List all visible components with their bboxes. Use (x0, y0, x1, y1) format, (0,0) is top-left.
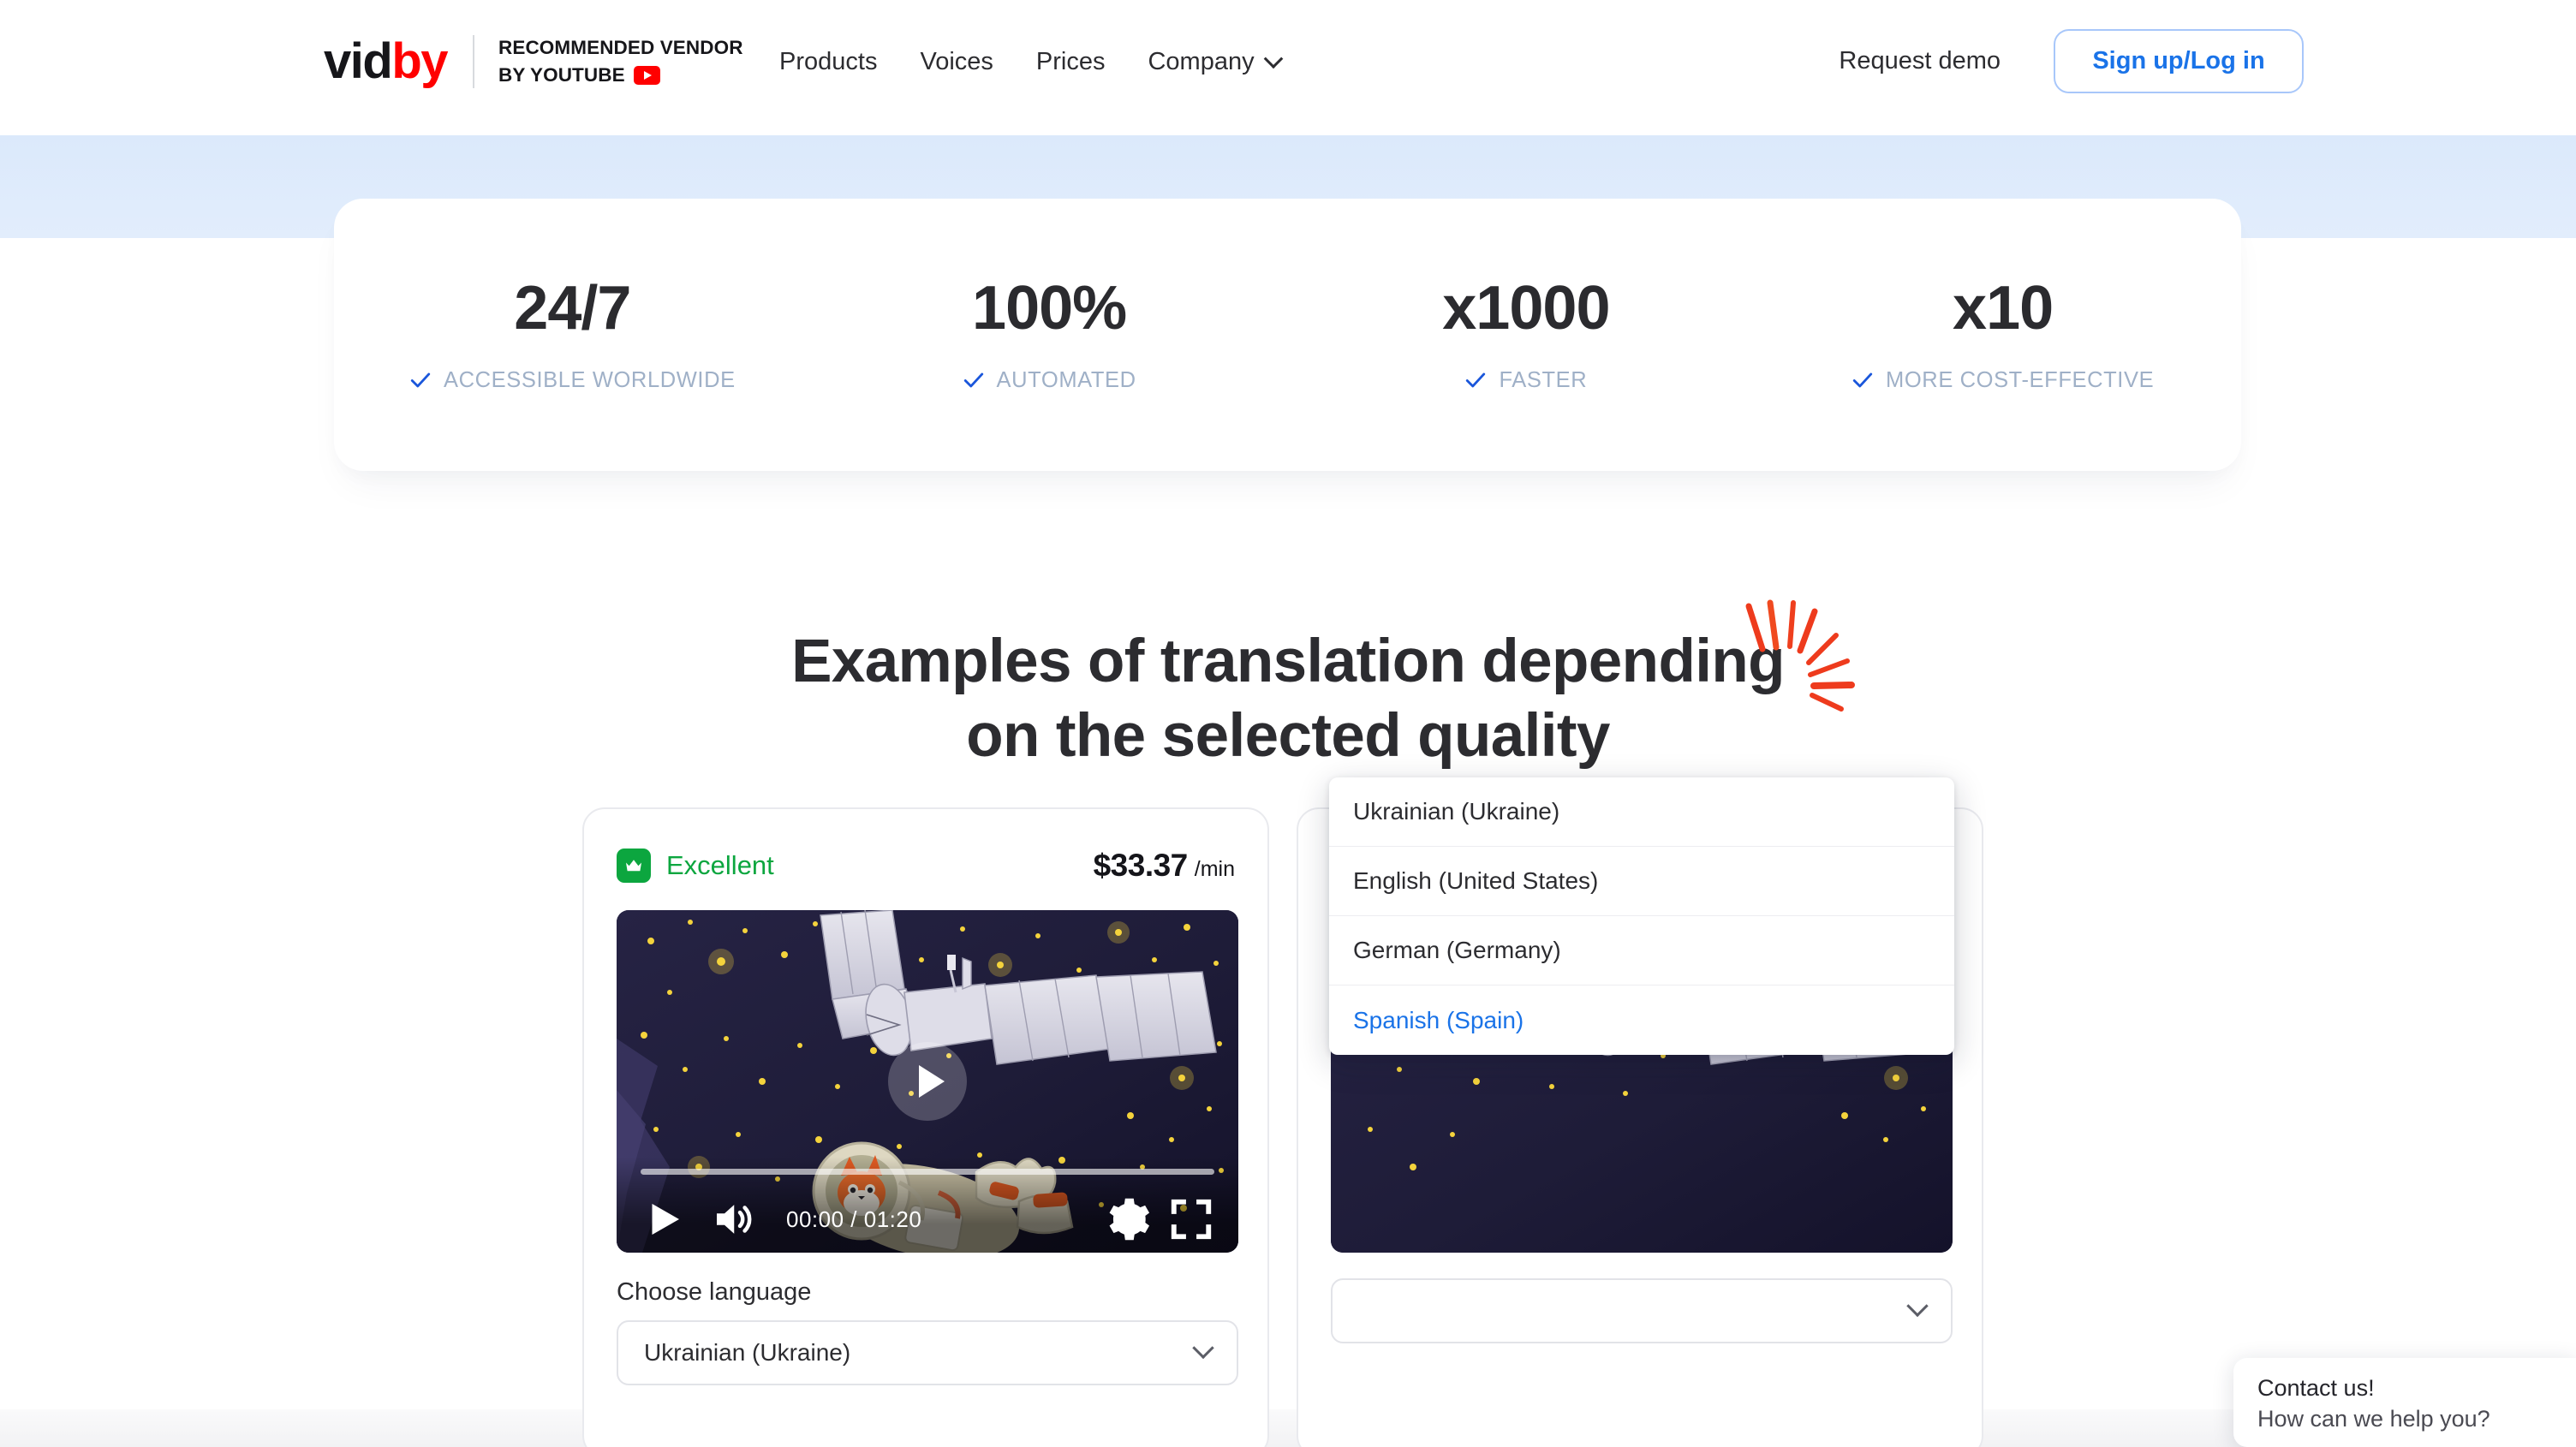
youtube-play-icon (633, 65, 660, 85)
stat-label-row-2: FASTER (1464, 368, 1587, 393)
page-root: vidby RECOMMENDED VENDOR BY YOUTUBE Prod… (0, 0, 2576, 1447)
dropdown-option-0[interactable]: Ukrainian (Ukraine) (1329, 777, 1954, 847)
check-icon (963, 372, 983, 388)
stat-item-1: 100% AUTOMATED (811, 277, 1288, 393)
nav-item-company[interactable]: Company (1126, 48, 1301, 76)
check-icon (1852, 372, 1873, 388)
choose-language-label: Choose language (617, 1278, 812, 1306)
price-unit: /min (1194, 857, 1235, 881)
check-icon (1466, 372, 1486, 388)
headline-line-2: on the selected quality (966, 701, 1610, 770)
nav-label-company: Company (1148, 48, 1255, 75)
play-overlay-button[interactable] (888, 1042, 967, 1121)
card-header: Excellent $33.37 /min (617, 840, 1235, 891)
language-select-excellent[interactable]: Ukrainian (Ukraine) (617, 1320, 1238, 1385)
language-dropdown-anchor: Ukrainian (Ukraine) English (United Stat… (1329, 777, 1954, 1343)
quality-badge-group: Excellent (617, 849, 774, 883)
tagline-line-1: RECOMMENDED VENDOR (498, 37, 743, 58)
gear-icon[interactable] (1105, 1196, 1151, 1242)
brand-block[interactable]: vidby RECOMMENDED VENDOR BY YOUTUBE (324, 34, 743, 89)
language-dropdown-list[interactable]: Ukrainian (Ukraine) English (United Stat… (1329, 777, 1954, 1055)
stats-card: 24/7 ACCESSIBLE WORLDWIDE 100% AUTOMATED… (334, 199, 2241, 471)
nav-label-prices: Prices (1035, 48, 1106, 75)
request-demo-link[interactable]: Request demo (1839, 47, 2001, 75)
brand-divider (473, 34, 474, 88)
crown-icon (617, 849, 651, 883)
video-time-display: 00:00 / 01:20 (786, 1206, 922, 1232)
headline-line-1: Examples of translation depending (791, 628, 1785, 695)
language-select-value: Ukrainian (Ukraine) (644, 1339, 851, 1366)
stat-label-row-1: AUTOMATED (963, 368, 1136, 393)
nav-item-prices[interactable]: Prices (1015, 48, 1127, 76)
signup-login-button[interactable]: Sign up/Log in (2054, 29, 2304, 93)
nav-item-voices[interactable]: Voices (898, 48, 1014, 76)
example-card-excellent: Excellent $33.37 /min 00:00 / 01:20 Choo… (582, 807, 1269, 1447)
nav-item-products[interactable]: Products (779, 48, 898, 76)
logo-part-by: by (391, 33, 448, 89)
fullscreen-icon[interactable] (1168, 1196, 1214, 1242)
header-actions: Request demo Sign up/Log in (1839, 29, 2576, 93)
play-icon[interactable] (641, 1196, 687, 1242)
chat-subtitle: How can we help you? (2257, 1405, 2490, 1432)
logo-part-vid: vid (324, 33, 393, 89)
page-title: Examples of translation depending on the… (791, 625, 1785, 773)
stat-label-row-3: MORE COST-EFFECTIVE (1852, 368, 2154, 393)
nav-label-voices: Voices (920, 48, 993, 75)
dropdown-option-2[interactable]: German (Germany) (1329, 916, 1954, 986)
language-select-high[interactable] (1331, 1278, 1953, 1343)
chevron-down-icon (1906, 1295, 1929, 1318)
tagline-line-2-row: BY YOUTUBE (498, 62, 743, 89)
price-block: $33.37 /min (1094, 848, 1235, 884)
stat-value-0: 24/7 (514, 273, 631, 342)
stat-label-3: MORE COST-EFFECTIVE (1886, 367, 2155, 392)
video-progress-bar[interactable] (641, 1169, 1214, 1175)
stat-label-1: AUTOMATED (996, 367, 1136, 392)
dropdown-option-3[interactable]: Spanish (Spain) (1329, 986, 1954, 1055)
site-header: vidby RECOMMENDED VENDOR BY YOUTUBE Prod… (0, 0, 2576, 135)
vidby-logo[interactable]: vidby (324, 36, 448, 86)
example-card-high: High $13.29 /min (1297, 777, 1983, 1447)
chat-title: Contact us! (2257, 1375, 2375, 1401)
stat-label-row-0: ACCESSIBLE WORLDWIDE (409, 368, 736, 393)
stat-value-2: x1000 (1442, 273, 1610, 342)
video-controls: 00:00 / 01:20 (617, 1157, 1238, 1253)
main-nav: Products Voices Prices Company (779, 48, 1302, 76)
stat-item-0: 24/7 ACCESSIBLE WORLDWIDE (334, 277, 811, 393)
video-player-excellent[interactable]: 00:00 / 01:20 (617, 910, 1238, 1253)
stat-item-3: x10 MORE COST-EFFECTIVE (1764, 277, 2241, 393)
stat-item-2: x1000 FASTER (1288, 277, 1765, 393)
stat-value-1: 100% (972, 273, 1127, 342)
examples-card-row: Excellent $33.37 /min 00:00 / 01:20 Choo… (582, 777, 1983, 1447)
video-control-row: 00:00 / 01:20 (641, 1186, 1214, 1253)
volume-icon[interactable] (709, 1196, 755, 1242)
stat-label-2: FASTER (1499, 367, 1588, 392)
stat-value-3: x10 (1953, 273, 2054, 342)
section-heading-wrap: Examples of translation depending on the… (0, 625, 2576, 773)
chevron-down-icon (1263, 48, 1283, 68)
tagline-line-2: BY YOUTUBE (498, 63, 625, 86)
quality-label: Excellent (666, 850, 774, 880)
recommended-vendor-tagline: RECOMMENDED VENDOR BY YOUTUBE (498, 34, 743, 89)
price-amount: $33.37 (1093, 848, 1189, 883)
stat-label-0: ACCESSIBLE WORLDWIDE (444, 367, 736, 392)
chevron-down-icon (1192, 1337, 1214, 1360)
nav-label-products: Products (779, 48, 878, 75)
dropdown-option-1[interactable]: English (United States) (1329, 847, 1954, 916)
chat-widget[interactable]: Contact us! How can we help you? (2233, 1358, 2576, 1447)
check-icon (410, 372, 431, 388)
